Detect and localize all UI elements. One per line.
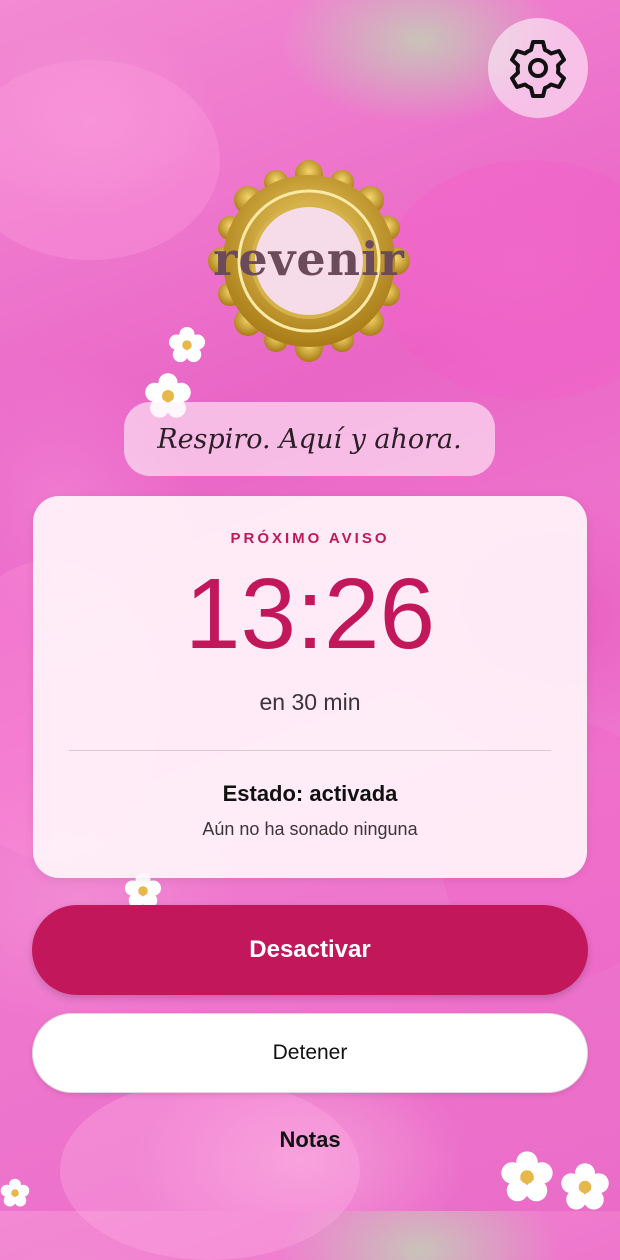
status-text: Estado: activada <box>222 781 398 806</box>
logo-wordmark: revenir <box>213 232 405 286</box>
next-alert-relative: en 30 min <box>259 689 361 715</box>
notes-link[interactable]: Notas <box>0 1127 620 1153</box>
next-alert-label: PRÓXIMO AVISO <box>230 530 390 547</box>
app-logo: revenir <box>206 158 412 364</box>
tagline: Respiro. Aquí y ahora. <box>124 402 495 476</box>
blossom-decoration <box>0 1178 30 1207</box>
background-petal <box>380 160 620 400</box>
card-divider <box>69 750 551 751</box>
settings-button[interactable] <box>488 18 588 118</box>
background-petal <box>0 60 220 260</box>
next-alert-time: 13:26 <box>184 558 436 670</box>
background-petal <box>60 1080 360 1260</box>
status-note: Aún no ha sonado ninguna <box>202 819 418 839</box>
blossom-decoration <box>168 326 206 363</box>
next-alert-card: PRÓXIMO AVISO 13:26 en 30 min Estado: ac… <box>33 496 587 878</box>
blossom-decoration <box>561 1163 609 1210</box>
stop-button[interactable]: Detener <box>32 1013 588 1093</box>
gear-icon <box>510 40 566 98</box>
blossom-decoration <box>501 1151 553 1202</box>
deactivate-button[interactable]: Desactivar <box>32 905 588 995</box>
